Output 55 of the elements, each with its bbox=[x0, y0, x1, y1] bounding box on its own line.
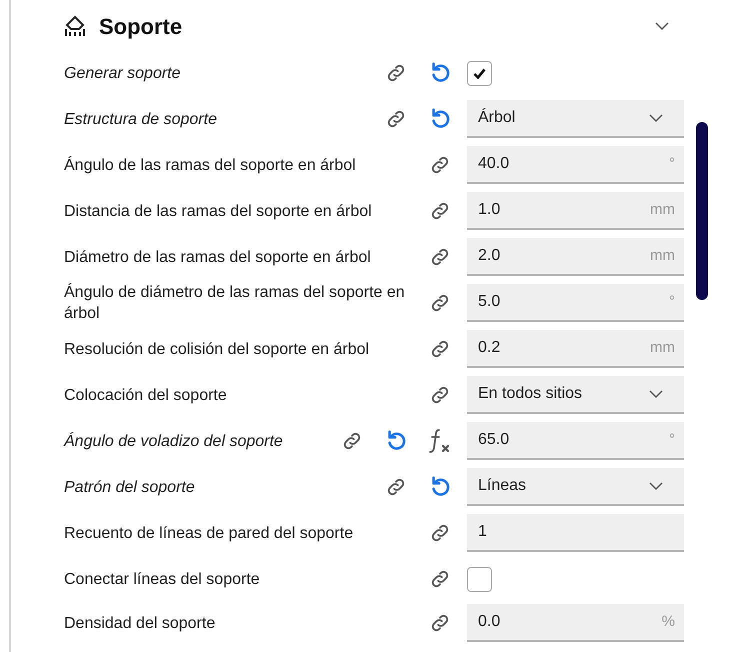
number-field[interactable]: 1.0 mm bbox=[467, 192, 684, 230]
dropdown[interactable]: Líneas bbox=[467, 468, 684, 506]
chevron-down-icon bbox=[648, 113, 664, 123]
checkbox[interactable] bbox=[467, 566, 492, 592]
number-field[interactable]: 65.0 ° bbox=[467, 422, 684, 460]
link-icon[interactable] bbox=[385, 62, 407, 84]
checkmark-icon bbox=[473, 68, 486, 78]
unit-label: % bbox=[662, 612, 675, 632]
link-icon[interactable] bbox=[429, 612, 451, 634]
link-icon[interactable] bbox=[429, 384, 451, 406]
dropdown[interactable]: En todos sitios bbox=[467, 376, 684, 414]
setting-label: Recuento de líneas de pared del soporte bbox=[64, 524, 354, 544]
unit-label: ° bbox=[669, 292, 675, 312]
unit-label: mm bbox=[650, 246, 675, 266]
setting-label: Distancia de las ramas del soporte en árbol bbox=[64, 202, 373, 222]
number-field[interactable]: 2.0 mm bbox=[467, 238, 684, 276]
link-icon[interactable] bbox=[385, 476, 407, 498]
setting-label: Diámetro de las ramas del soporte en árbol bbox=[64, 248, 372, 268]
unit-label: ° bbox=[669, 154, 675, 174]
link-icon[interactable] bbox=[429, 338, 451, 360]
number-field[interactable]: 1 bbox=[467, 514, 684, 552]
number-field[interactable]: 40.0 ° bbox=[467, 146, 684, 184]
scrollbar-thumb[interactable] bbox=[696, 122, 708, 300]
setting-label: Estructura de soporte bbox=[64, 110, 218, 130]
link-icon[interactable] bbox=[429, 522, 451, 544]
setting-label: Patrón del soporte bbox=[64, 478, 196, 498]
link-icon[interactable] bbox=[429, 246, 451, 268]
setting-label: Ángulo de las ramas del soporte en árbol bbox=[64, 155, 357, 176]
checkbox[interactable] bbox=[467, 60, 492, 86]
setting-label: Conectar líneas del soporte bbox=[64, 570, 261, 590]
setting-label: Resolución de colisión del soporte en árbol bbox=[64, 340, 370, 360]
link-icon[interactable] bbox=[429, 292, 451, 314]
number-field[interactable]: 0.2 mm bbox=[467, 330, 684, 368]
link-icon[interactable] bbox=[429, 154, 451, 176]
dropdown[interactable]: Árbol bbox=[467, 100, 684, 138]
number-field[interactable]: 0.0 % bbox=[467, 604, 684, 642]
support-icon bbox=[64, 15, 86, 37]
section-title: Soporte bbox=[99, 12, 182, 41]
setting-label: Ángulo de voladizo del soporte bbox=[64, 431, 284, 452]
chevron-down-icon bbox=[648, 389, 664, 399]
setting-label: Densidad del soporte bbox=[64, 614, 216, 634]
setting-label: Colocación del soporte bbox=[64, 386, 228, 406]
setting-label: Ángulo de diámetro de las ramas del soporte en árbol bbox=[64, 282, 406, 324]
formula-icon[interactable] bbox=[429, 428, 451, 454]
chevron-icon bbox=[654, 21, 670, 31]
chevron-down-icon bbox=[648, 481, 664, 491]
unit-label: mm bbox=[650, 200, 675, 220]
link-icon[interactable] bbox=[341, 430, 363, 452]
link-icon[interactable] bbox=[429, 568, 451, 590]
link-icon[interactable] bbox=[385, 108, 407, 130]
setting-label: Generar soporte bbox=[64, 64, 182, 84]
link-icon[interactable] bbox=[429, 200, 451, 222]
unit-label: ° bbox=[669, 430, 675, 450]
number-field[interactable]: 5.0 ° bbox=[467, 284, 684, 322]
unit-label: mm bbox=[650, 338, 675, 358]
